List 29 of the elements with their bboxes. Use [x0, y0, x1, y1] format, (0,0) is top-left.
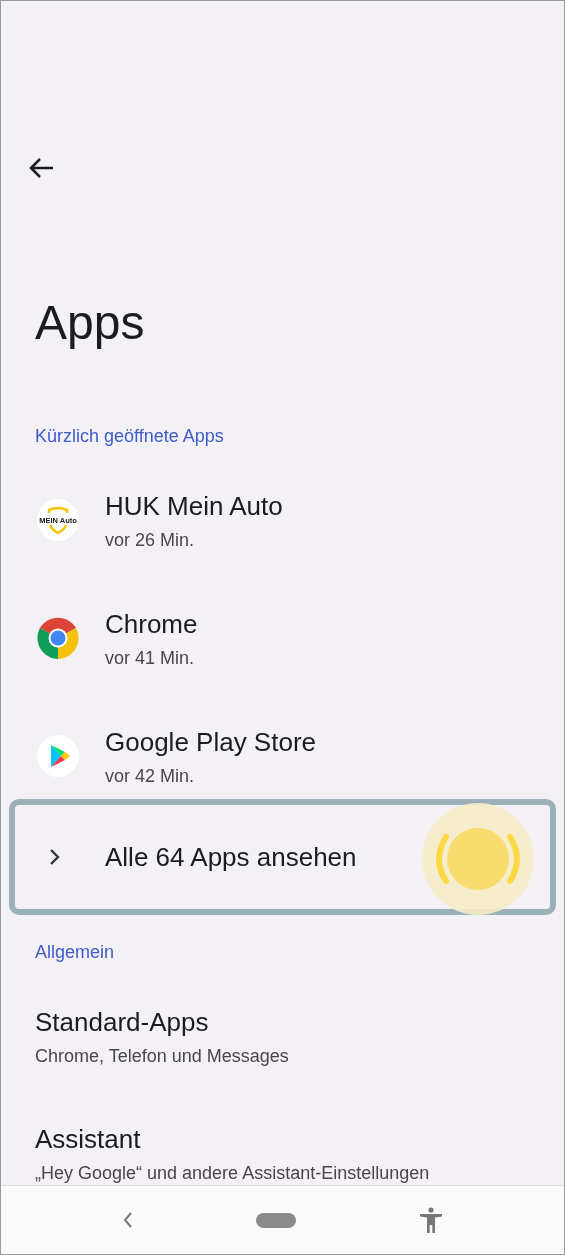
chrome-icon	[37, 617, 79, 659]
home-button[interactable]	[256, 1212, 297, 1228]
back-icon	[122, 1211, 135, 1229]
accessibility-button[interactable]	[418, 1207, 443, 1233]
setting-summary: „Hey Google“ und andere Assistant-Einstellungen	[35, 1162, 431, 1185]
settings-item[interactable]: Assistant „Hey Google“ und andere Assistant-Einstellungen	[1, 1122, 564, 1185]
item-label: Alle 64 Apps ansehen	[105, 841, 357, 874]
home-pill-icon	[256, 1212, 297, 1228]
page-title: Apps	[35, 295, 146, 351]
last-opened-time: vor 42 Min.	[105, 765, 196, 788]
tap-indicator-icon	[422, 803, 534, 915]
setting-title: Assistant	[35, 1123, 142, 1156]
back-arrow-icon	[28, 157, 54, 179]
highlighted-list-item[interactable]: Alle 64 Apps ansehen	[9, 799, 556, 915]
accessibility-icon	[418, 1207, 443, 1233]
app-list-item[interactable]: Google Play Store vor 42 Min.	[1, 701, 564, 799]
app-name: HUK Mein Auto	[105, 490, 283, 523]
section-header: Allgemein	[35, 941, 116, 964]
setting-title: Standard-Apps	[35, 1006, 210, 1039]
settings-item[interactable]: Standard-Apps Chrome, Telefon und Messages	[1, 1005, 564, 1069]
last-opened-time: vor 41 Min.	[105, 647, 196, 670]
app-name: Chrome	[105, 608, 198, 641]
last-opened-time: vor 26 Min.	[105, 529, 196, 552]
play-store-icon	[37, 735, 79, 777]
setting-summary: Chrome, Telefon und Messages	[35, 1045, 290, 1068]
app-name: Google Play Store	[105, 726, 316, 759]
chevron-right-icon	[49, 847, 61, 867]
app-list-item[interactable]: Chrome vor 41 Min.	[1, 583, 564, 701]
section-header: Kürzlich geöffnete Apps	[35, 425, 225, 448]
